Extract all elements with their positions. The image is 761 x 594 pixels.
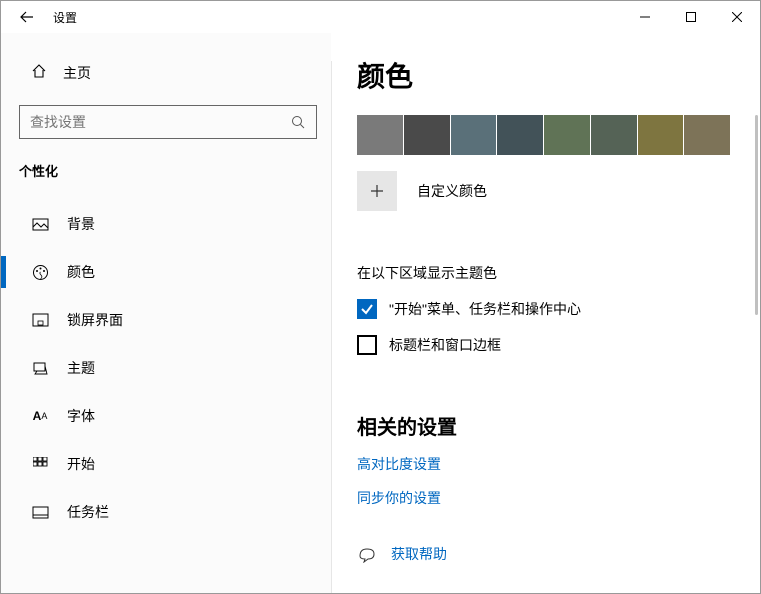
maximize-button[interactable] [668,1,714,33]
help-link[interactable]: 获取帮助 [391,544,447,564]
search-icon [291,115,306,130]
window-title: 设置 [53,9,77,26]
nav-list: 背景 颜色 锁屏界面 主题 AA 字体 开始 [19,204,317,532]
nav-label: 颜色 [67,262,95,282]
plus-icon [369,183,385,199]
link-sync-settings[interactable]: 同步你的设置 [357,488,730,508]
home-label: 主页 [63,63,91,83]
section-title: 个性化 [19,161,317,180]
color-swatch[interactable] [404,115,450,155]
home-icon [31,63,47,84]
color-swatch[interactable] [638,115,684,155]
image-icon [31,215,49,233]
color-swatch[interactable] [544,115,590,155]
sidebar-item-start[interactable]: 开始 [19,444,317,484]
sidebar-item-colors[interactable]: 颜色 [19,252,317,292]
back-button[interactable] [13,3,41,31]
sidebar-item-fonts[interactable]: AA 字体 [19,396,317,436]
close-button[interactable] [714,1,760,33]
sidebar-item-background[interactable]: 背景 [19,204,317,244]
scrollbar[interactable] [755,115,758,315]
sidebar-item-themes[interactable]: 主题 [19,348,317,388]
nav-label: 锁屏界面 [67,310,123,330]
sidebar-item-taskbar[interactable]: 任务栏 [19,492,317,532]
taskbar-icon [31,503,49,521]
color-swatch[interactable] [357,115,403,155]
search-box[interactable] [19,105,317,139]
custom-color-tile[interactable] [357,171,397,211]
page-title: 颜色 [357,55,730,95]
theme-icon [31,359,49,377]
sidebar-item-lockscreen[interactable]: 锁屏界面 [19,300,317,340]
checkbox-icon[interactable] [357,335,377,355]
color-swatch[interactable] [497,115,543,155]
close-icon [732,12,742,22]
color-swatches [357,115,730,155]
maximize-icon [686,12,696,22]
arrow-left-icon [20,10,34,24]
font-icon: AA [31,407,49,425]
sidebar: 主页 个性化 背景 颜色 锁屏界面 主题 [1,33,331,593]
start-icon [31,455,49,473]
custom-color-row[interactable]: 自定义颜色 [357,171,730,211]
palette-icon [31,263,49,281]
help-row[interactable]: 获取帮助 [357,544,730,564]
link-high-contrast[interactable]: 高对比度设置 [357,454,730,474]
checkbox-icon[interactable] [357,299,377,319]
minimize-button[interactable] [622,1,668,33]
minimize-icon [640,12,650,22]
checkbox-label: "开始"菜单、任务栏和操作中心 [389,299,581,319]
checkbox-titlebars[interactable]: 标题栏和窗口边框 [357,335,730,355]
checkbox-label: 标题栏和窗口边框 [389,335,501,355]
accent-heading: 在以下区域显示主题色 [357,263,730,283]
titlebar: 设置 [1,1,760,33]
color-swatch[interactable] [451,115,497,155]
help-icon [357,544,377,564]
nav-label: 开始 [67,454,95,474]
nav-label: 背景 [67,214,95,234]
checkbox-start-taskbar[interactable]: "开始"菜单、任务栏和操作中心 [357,299,730,319]
related-heading: 相关的设置 [357,411,730,440]
sidebar-item-home[interactable]: 主页 [19,53,317,93]
window-controls [622,1,760,33]
main-content: 颜色 自定义颜色 在以下区域显示主题色 "开始"菜单、任务栏和操作中心 标题栏和… [331,33,760,593]
search-input[interactable] [30,114,291,130]
color-swatch[interactable] [591,115,637,155]
custom-color-label: 自定义颜色 [417,181,487,201]
nav-label: 主题 [67,358,95,378]
color-swatch[interactable] [684,115,730,155]
nav-label: 字体 [67,406,95,426]
lockscreen-icon [31,311,49,329]
checkmark-icon [360,302,374,316]
nav-label: 任务栏 [67,502,109,522]
